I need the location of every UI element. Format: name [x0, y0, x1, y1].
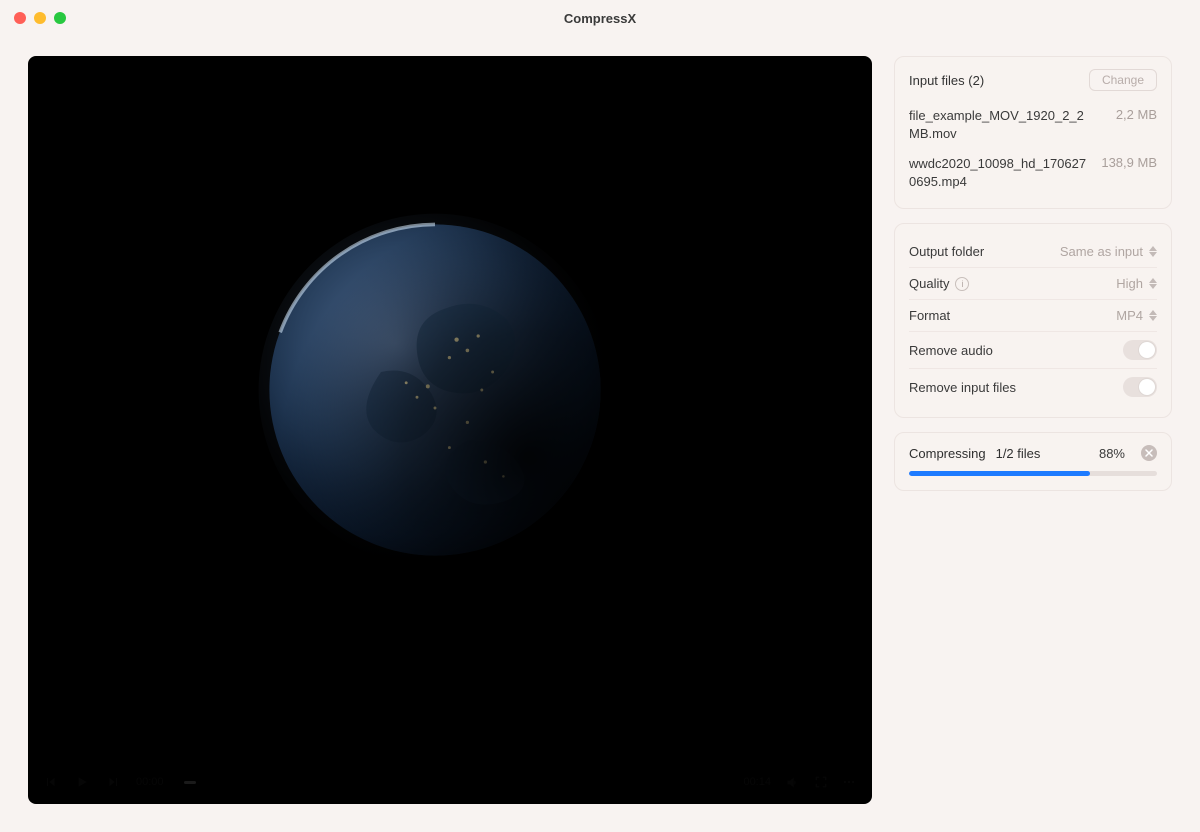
fullscreen-icon[interactable] — [814, 775, 828, 789]
file-name: wwdc2020_10098_hd_1706270695.mp4 — [909, 155, 1089, 190]
format-value: MP4 — [1116, 308, 1143, 323]
output-folder-value: Same as input — [1060, 244, 1143, 259]
input-files-panel: Input files (2) Change file_example_MOV_… — [894, 56, 1172, 209]
format-row: Format MP4 — [909, 299, 1157, 331]
progress-panel: Compressing 1/2 files 88% — [894, 432, 1172, 491]
more-icon[interactable] — [842, 775, 856, 789]
remove-audio-label: Remove audio — [909, 343, 993, 358]
format-label: Format — [909, 308, 950, 323]
quality-select[interactable]: High — [1116, 276, 1157, 291]
player-duration: 00:14 — [743, 776, 771, 788]
format-select[interactable]: MP4 — [1116, 308, 1157, 323]
file-size: 138,9 MB — [1101, 155, 1157, 190]
remove-input-row: Remove input files — [909, 368, 1157, 405]
cancel-icon[interactable] — [1141, 445, 1157, 461]
output-folder-select[interactable]: Same as input — [1060, 244, 1157, 259]
chevron-updown-icon — [1149, 310, 1157, 321]
settings-panel: Output folder Same as input Quality i Hi… — [894, 223, 1172, 418]
close-icon[interactable] — [14, 12, 26, 24]
change-button[interactable]: Change — [1089, 69, 1157, 91]
window-controls — [14, 12, 66, 24]
titlebar: CompressX — [0, 0, 1200, 36]
volume-icon[interactable] — [785, 775, 800, 790]
remove-audio-toggle[interactable] — [1123, 340, 1157, 360]
info-icon[interactable]: i — [955, 277, 969, 291]
video-preview[interactable]: 00:00 00:14 — [28, 56, 872, 804]
earth-image — [255, 210, 615, 570]
file-size: 2,2 MB — [1116, 107, 1157, 142]
progress-files: 1/2 files — [996, 446, 1041, 461]
skip-back-icon[interactable] — [44, 775, 58, 789]
input-files-title: Input files (2) — [909, 73, 984, 88]
player-time: 00:00 — [136, 776, 164, 788]
window-title: CompressX — [0, 11, 1200, 26]
player-controls: 00:00 00:14 — [28, 760, 872, 804]
remove-input-label: Remove input files — [909, 380, 1016, 395]
quality-row: Quality i High — [909, 267, 1157, 299]
minimize-icon[interactable] — [34, 12, 46, 24]
remove-input-toggle[interactable] — [1123, 377, 1157, 397]
progress-fill — [909, 471, 1090, 476]
output-folder-label: Output folder — [909, 244, 984, 259]
output-folder-row: Output folder Same as input — [909, 236, 1157, 267]
remove-audio-row: Remove audio — [909, 331, 1157, 368]
play-icon[interactable] — [74, 774, 90, 790]
progress-percent: 88% — [1099, 446, 1125, 461]
sidebar: Input files (2) Change file_example_MOV_… — [894, 56, 1172, 804]
quality-value: High — [1116, 276, 1143, 291]
quality-label: Quality — [909, 276, 949, 291]
seek-track[interactable] — [184, 781, 196, 784]
file-name: file_example_MOV_1920_2_2MB.mov — [909, 107, 1089, 142]
input-file-row[interactable]: wwdc2020_10098_hd_1706270695.mp4 138,9 M… — [909, 148, 1157, 196]
skip-forward-icon[interactable] — [106, 775, 120, 789]
content: 00:00 00:14 Input files (2) Change — [0, 36, 1200, 832]
progress-bar — [909, 471, 1157, 476]
chevron-updown-icon — [1149, 278, 1157, 289]
chevron-updown-icon — [1149, 246, 1157, 257]
progress-status: Compressing — [909, 446, 986, 461]
input-file-row[interactable]: file_example_MOV_1920_2_2MB.mov 2,2 MB — [909, 101, 1157, 148]
maximize-icon[interactable] — [54, 12, 66, 24]
